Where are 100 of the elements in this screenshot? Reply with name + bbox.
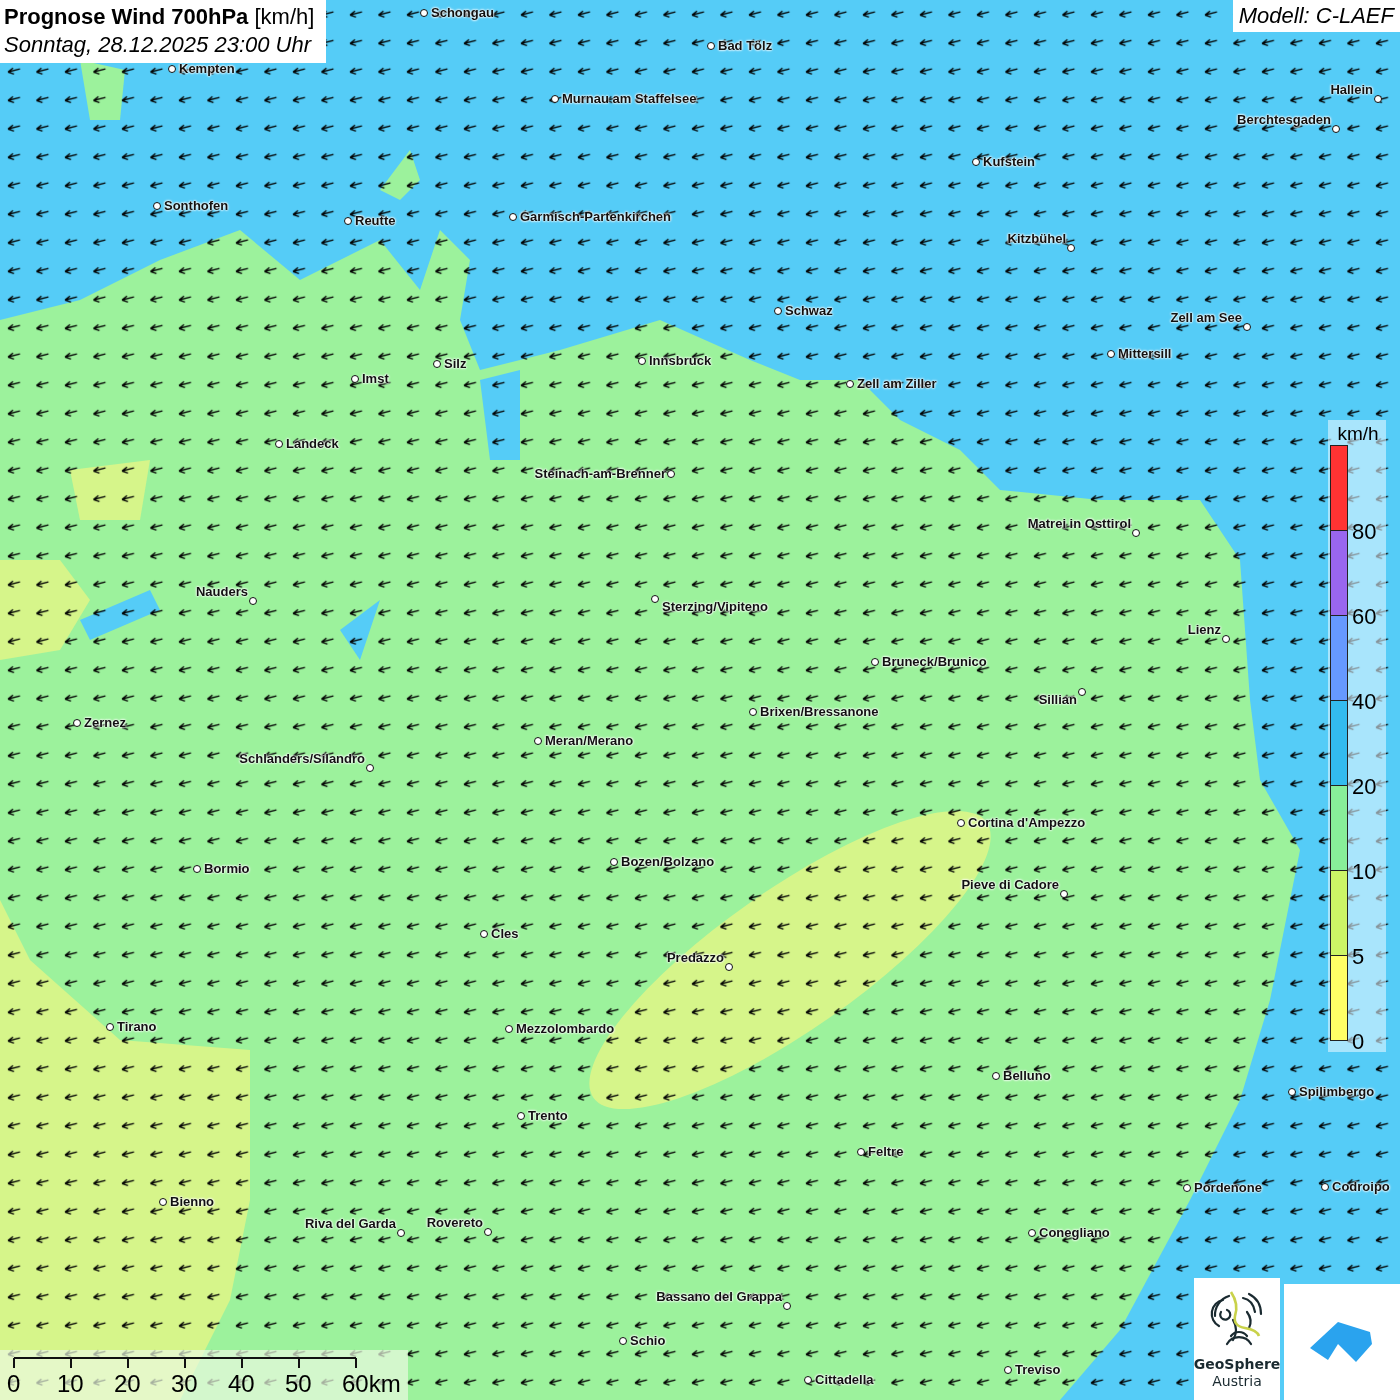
scale-label: 20 [114,1370,141,1398]
city-dot-icon [707,42,715,50]
model-label: Modell: C-LAEF [1232,0,1400,32]
city-dot-icon [1332,125,1340,133]
city-label: Lienz [1187,622,1221,637]
city-dot-icon [1288,1088,1296,1096]
city-dot-icon [517,1112,525,1120]
city-dot-icon [433,360,441,368]
city-label: Riva del Garda [304,1216,396,1231]
city-dot-icon [1132,529,1140,537]
city-dot-icon [366,764,374,772]
city-dot-icon [153,202,161,210]
city-label: Kempten [179,61,235,76]
city-dot-icon [667,470,675,478]
city-dot-icon [509,213,517,221]
city-label: Pieve di Cadore [961,877,1059,892]
city-label: Silz [444,356,467,371]
city-label: Bienno [170,1194,215,1209]
city-dot-icon [484,1228,492,1236]
city-label: Sillian [1038,692,1077,707]
city-dot-icon [1243,323,1251,331]
city-label: Kufstein [983,154,1035,169]
city-label: Garmisch-Partenkirchen [520,209,671,224]
city-dot-icon [1004,1366,1012,1374]
city-dot-icon [783,1302,791,1310]
city-dot-icon [1078,688,1086,696]
city-dot-icon [804,1376,812,1384]
city-label: Zernez [84,715,126,730]
city-dot-icon [193,865,201,873]
city-dot-icon [871,658,879,666]
city-label: Rovereto [426,1215,483,1230]
scale-label: 10 [57,1370,84,1398]
scale-label: 40 [228,1370,255,1398]
city-dot-icon [551,95,559,103]
city-label: Murnau am Staffelsee [562,91,697,106]
city-label: Kitzbühel [1007,231,1066,246]
city-dot-icon [249,597,257,605]
logo-name: GeoSphere [1193,1356,1281,1372]
scale-label: 30 [171,1370,198,1398]
city-dot-icon [275,440,283,448]
city-dot-icon [1060,890,1068,898]
city-label: Sonthofen [164,198,229,213]
city-label: Berchtesgaden [1237,112,1331,127]
city-dot-icon [420,9,428,17]
city-label: Reutte [355,213,396,228]
city-label: Schlanders/Silandro [239,751,365,766]
city-label: Pordenone [1194,1180,1262,1195]
logo-subtitle: Austria [1212,1372,1262,1390]
city-label: Schio [630,1333,666,1348]
city-dot-icon [619,1337,627,1345]
city-dot-icon [972,158,980,166]
city-dot-icon [351,375,359,383]
city-label: Sterzing/Vipiteno [662,599,768,614]
city-label: Bruneck/Brunico [882,654,987,669]
city-dot-icon [846,380,854,388]
city-label: Schongau [431,5,494,20]
city-label: Nauders [195,584,248,599]
city-label: Spilimbergo [1299,1084,1375,1099]
city-dot-icon [1183,1184,1191,1192]
city-dot-icon [610,858,618,866]
city-label: Imst [362,371,389,386]
scale-label: 50 [285,1370,312,1398]
city-label: Hallein [1330,82,1373,97]
city-label: Landeck [286,436,339,451]
city-dot-icon [1321,1183,1329,1191]
city-label: Cles [491,926,519,941]
city-dot-icon [1222,635,1230,643]
map-title: Prognose Wind 700hPa [km/h] [4,3,315,31]
city-label: Trento [528,1108,568,1123]
city-label: Zell am See [1170,310,1242,325]
city-dot-icon [73,719,81,727]
city-label: Innsbruck [649,353,712,368]
city-label: Bormio [204,861,250,876]
city-dot-icon [106,1023,114,1031]
city-dot-icon [992,1072,1000,1080]
city-label: Matrei in Osttirol [1027,516,1131,531]
city-label: Treviso [1015,1362,1061,1377]
legend-unit: km/h [1336,422,1380,446]
city-dot-icon [1028,1229,1036,1237]
city-dot-icon [1067,244,1075,252]
city-dot-icon [774,307,782,315]
city-dot-icon [168,65,176,73]
city-label: Predazzo [666,950,724,965]
city-label: Conegliano [1039,1225,1110,1240]
legend-value: 10 [1352,861,1377,883]
city-label: Bad Tölz [718,38,773,53]
legend-value: 20 [1352,776,1377,798]
city-dot-icon [957,819,965,827]
legend-value: 0 [1352,1031,1365,1053]
city-label: Feltre [868,1144,904,1159]
city-label: Brixen/Bressanone [760,704,879,719]
city-label: Mezzolombardo [516,1021,615,1036]
city-label: Mittersill [1118,346,1172,361]
city-label: Bozen/Bolzano [621,854,715,869]
city-dot-icon [725,963,733,971]
city-dot-icon [505,1025,513,1033]
city-dot-icon [480,930,488,938]
city-dot-icon [1107,350,1115,358]
city-dot-icon [1374,95,1382,103]
city-label: Codroipo [1332,1179,1390,1194]
